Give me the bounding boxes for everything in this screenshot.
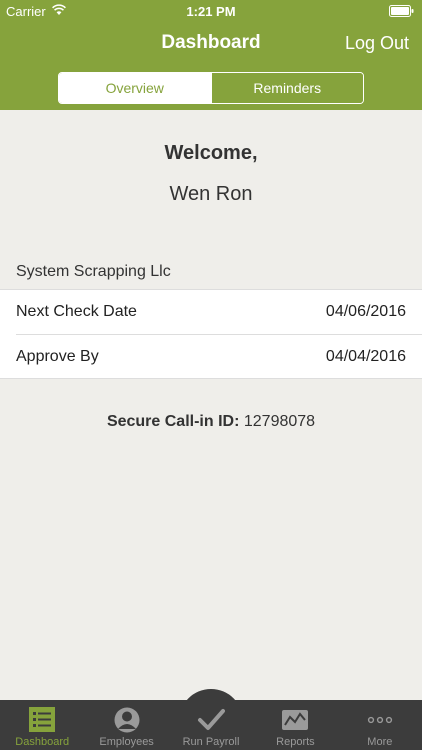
status-bar: Carrier 1:21 PM (0, 0, 422, 22)
row-label: Next Check Date (16, 303, 137, 320)
tab-label: Run Payroll (182, 736, 240, 748)
list-icon (29, 707, 56, 732)
tab-overview[interactable]: Overview (59, 73, 211, 103)
more-icon (367, 716, 392, 724)
tab-reports[interactable]: Reports (253, 700, 337, 750)
approve-by-row: Approve By 04/04/2016 (16, 334, 422, 378)
tab-label: Employees (99, 736, 154, 748)
tab-employees[interactable]: Employees (84, 700, 168, 750)
chart-icon (282, 710, 309, 730)
secure-callin: Secure Call-in ID: 12798078 (0, 413, 422, 431)
status-time: 1:21 PM (186, 4, 236, 19)
navigation-header: Carrier 1:21 PM Dashboard Log Out Overvi… (0, 0, 422, 110)
next-check-date-row: Next Check Date 04/06/2016 (0, 290, 422, 334)
tab-label: Reports (276, 736, 315, 748)
user-name: Wen Ron (169, 183, 253, 205)
callin-label: Secure Call-in ID: (106, 413, 240, 430)
row-label: Approve By (16, 347, 99, 365)
battery-icon (389, 5, 414, 17)
row-value: 04/04/2016 (325, 347, 406, 365)
welcome-heading: Welcome, (164, 142, 258, 164)
tab-more[interactable]: More (338, 700, 422, 750)
tab-run-payroll[interactable]: Run Payroll (169, 700, 253, 750)
company-name: System Scrapping Llc (16, 263, 171, 280)
payroll-info-table: Next Check Date 04/06/2016 Approve By 04… (0, 289, 422, 379)
person-icon (114, 707, 140, 733)
row-value: 04/06/2016 (325, 303, 406, 320)
tab-dashboard[interactable]: Dashboard (0, 700, 84, 750)
logout-button[interactable]: Log Out (345, 33, 409, 54)
checkmark-icon (198, 709, 226, 730)
tab-label: Dashboard (15, 736, 70, 748)
tab-bar: Dashboard Employees Run Payroll Reports … (0, 700, 422, 750)
tab-reminders[interactable]: Reminders (210, 73, 363, 103)
segmented-control: Overview Reminders (58, 72, 364, 104)
tab-label: More (367, 736, 393, 748)
callin-id: 12798078 (243, 413, 316, 430)
